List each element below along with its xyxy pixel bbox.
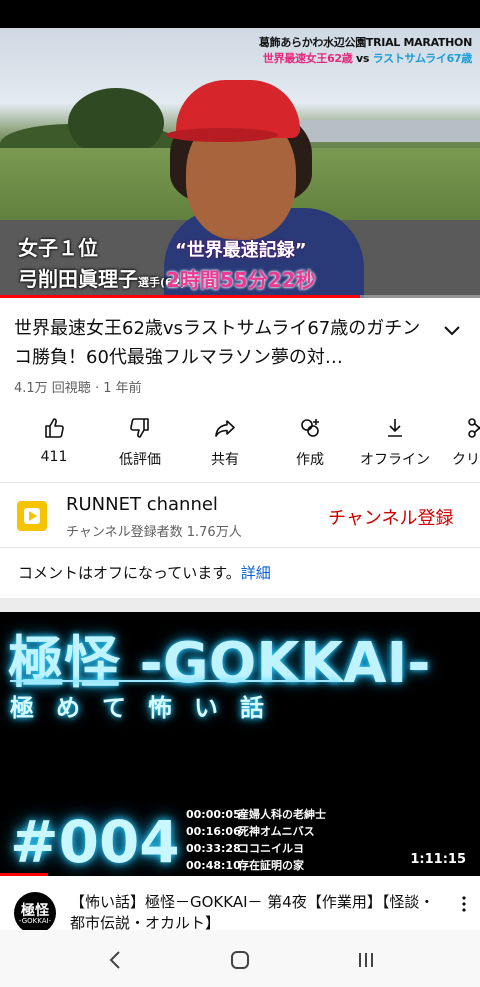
- home-icon[interactable]: [228, 948, 252, 972]
- thumb-title: 極怪 -GOKKAI-: [8, 631, 431, 696]
- divider: [0, 547, 480, 548]
- next-video-progress-bar: [0, 873, 48, 876]
- avatar-sub-text: -GOKKAI-: [18, 917, 52, 925]
- chapter-title: 死神オムニバス: [238, 825, 315, 838]
- subscribe-button[interactable]: チャンネル登録: [328, 504, 453, 530]
- thumb-title-rule: [10, 680, 338, 682]
- comments-status: コメントはオフになっています。詳細: [18, 562, 271, 583]
- share-button[interactable]: 共有: [185, 412, 265, 469]
- thumb-episode: #004: [10, 808, 180, 876]
- remix-label: 作成: [296, 452, 324, 468]
- runner-cap-brim: [166, 128, 278, 142]
- channel-avatar[interactable]: [17, 501, 47, 531]
- thumb-subtitle: 極めて怖い話: [10, 694, 286, 722]
- chevron-down-icon[interactable]: [440, 318, 464, 342]
- chapter-time: 00:16:06: [186, 825, 241, 838]
- more-vertical-icon[interactable]: [458, 894, 470, 914]
- like-count: 411: [40, 449, 68, 465]
- clip-icon: [468, 418, 480, 438]
- like-button[interactable]: 411: [14, 412, 94, 465]
- remix-icon: [301, 419, 319, 437]
- video-duration: 1:11:15: [410, 852, 466, 867]
- caption-record-label: “世界最速記録”: [174, 240, 307, 261]
- channel-subscribers: チャンネル登録者数 1.76万人: [66, 525, 242, 540]
- event-title-b: ラストサムライ67歳: [372, 52, 473, 65]
- chapter-row: 00:33:28ココニイルヨ: [186, 840, 326, 857]
- remix-button[interactable]: 作成: [270, 412, 350, 469]
- share-label: 共有: [211, 452, 239, 468]
- caption-record: “世界最速記録” 2時間55分22秒: [166, 236, 316, 293]
- thumb-chapter-list: 00:00:05産婦人科の老紳士 00:16:06死神オムニバス 00:33:2…: [186, 806, 326, 874]
- video-title[interactable]: 世界最速女王62歳vsラストサムライ67歳のガチンコ勝負！60代最強フルマラソン…: [14, 314, 434, 372]
- comments-details-link[interactable]: 詳細: [241, 564, 271, 582]
- video-player[interactable]: 葛飾あらかわ水辺公園TRIAL MARATHON 世界最速女王62歳 vs ラス…: [0, 28, 480, 298]
- video-meta: 4.1万 回視聴 · 1 年前: [14, 381, 142, 396]
- caption-rank: 女子１位: [18, 236, 98, 260]
- clip-button[interactable]: クリ: [440, 412, 480, 469]
- caption-name-line: 弓削田眞理子選手(62): [18, 263, 185, 292]
- comments-off-text: コメントはオフになっています。: [18, 564, 241, 582]
- next-video-channel-avatar[interactable]: 極怪 -GOKKAI-: [14, 892, 56, 934]
- channel-name[interactable]: RUNNET channel: [66, 494, 218, 515]
- system-nav-bar: [0, 930, 480, 987]
- event-title-a: 世界最速女王62歳: [262, 52, 353, 65]
- play-icon: [29, 511, 37, 521]
- event-title-line2: 世界最速女王62歳 vs ラストサムライ67歳: [259, 50, 472, 66]
- dislike-icon: [130, 418, 149, 438]
- share-icon: [215, 420, 235, 437]
- event-title-vs: vs: [352, 52, 373, 65]
- download-label: オフライン: [360, 452, 430, 468]
- chapter-row: 00:00:05産婦人科の老紳士: [186, 806, 326, 823]
- like-icon: [45, 418, 64, 438]
- dislike-label: 低評価: [119, 452, 161, 468]
- chapter-time: 00:00:05: [186, 808, 241, 821]
- caption-runner: 女子１位 弓削田眞理子選手(62): [18, 232, 185, 292]
- event-title-line1: 葛飾あらかわ水辺公園TRIAL MARATHON: [258, 36, 472, 49]
- recent-apps-icon[interactable]: [354, 948, 378, 972]
- clip-label: クリ: [452, 452, 480, 468]
- chapter-time: 00:33:28: [186, 842, 241, 855]
- download-button[interactable]: オフライン: [355, 412, 435, 469]
- next-video-title[interactable]: 【怖い話】極怪－GOKKAI－ 第4夜【作業用】【怪談・都市伝説・オカルト】: [70, 892, 446, 930]
- chapter-title: 存在証明の家: [238, 859, 304, 872]
- dislike-button[interactable]: 低評価: [100, 412, 180, 469]
- status-bar: [0, 0, 480, 28]
- section-gap: [0, 598, 480, 612]
- chapter-title: 産婦人科の老紳士: [238, 808, 326, 821]
- back-icon[interactable]: [104, 948, 128, 972]
- download-icon: [388, 419, 402, 437]
- chapter-title: ココニイルヨ: [238, 842, 304, 855]
- caption-record-time: 2時間55分22秒: [166, 268, 316, 292]
- event-title-overlay: 葛飾あらかわ水辺公園TRIAL MARATHON 世界最速女王62歳 vs ラス…: [259, 34, 472, 66]
- next-video-thumbnail[interactable]: 極怪 -GOKKAI- 極めて怖い話 #004 00:00:05産婦人科の老紳士…: [0, 612, 480, 876]
- caption-name: 弓削田眞理子: [18, 267, 138, 291]
- divider: [0, 482, 480, 483]
- player-progress-bar[interactable]: [0, 295, 360, 298]
- chapter-time: 00:48:10: [186, 859, 241, 872]
- chapter-row: 00:48:10存在証明の家: [186, 857, 326, 874]
- action-bar: 411 低評価 共有 作成 オフライン クリ: [0, 412, 480, 472]
- chapter-row: 00:16:06死神オムニバス: [186, 823, 326, 840]
